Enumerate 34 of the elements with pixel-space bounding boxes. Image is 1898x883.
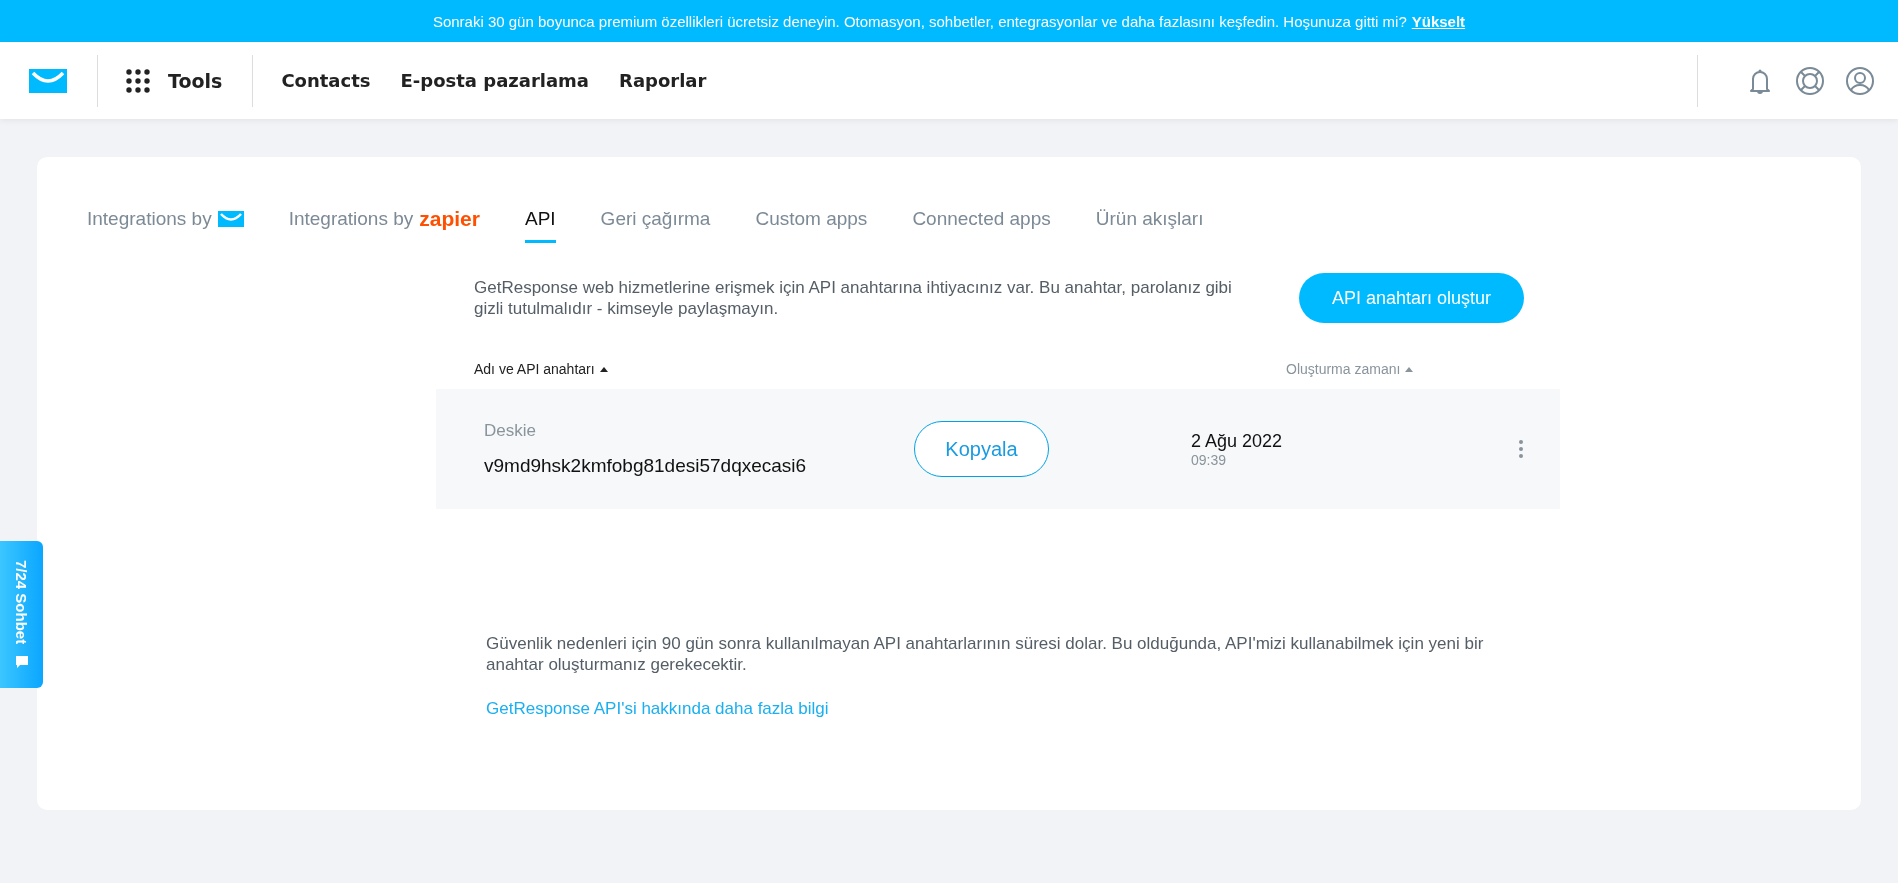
learn-more-link[interactable]: GetResponse API'si hakkında daha fazla bilgi: [486, 699, 829, 719]
tab[interactable]: Geri çağırma: [600, 207, 711, 243]
banner-text: Sonraki 30 gün boyunca premium özellikleri ücretsiz deneyin. Otomasyon, sohbetler, entegrasyonlar ve daha fazlasını keşfedin. Hoşunuza gitti mi?: [432, 12, 1407, 30]
created-time: 09:39: [1191, 451, 1228, 468]
nav-link[interactable]: E-posta pazarlama: [400, 70, 589, 91]
api-key: v9md9hsk2kmfobg81desi57dqxecasi6: [484, 455, 914, 477]
nav-link[interactable]: Raporlar: [619, 70, 707, 91]
expiry-note: Güvenlik nedenleri için 90 gün sonra kullanılmayan API anahtarlarının süresi dolar. Bu olduğunda, API'mizi kullanabilmek için yeni bir anahtar oluşturmanız gerekecektir.: [486, 633, 1485, 675]
upgrade-link[interactable]: Yükselt: [1411, 12, 1466, 30]
tab[interactable]: API: [525, 207, 556, 243]
envelope-logo-icon: [217, 211, 244, 227]
chat-bubble-icon: [14, 654, 29, 669]
tab[interactable]: Connected apps: [912, 207, 1051, 243]
created-date: 2 Ağu 2022: [1191, 430, 1284, 452]
lifebuoy-icon[interactable]: [1794, 64, 1826, 97]
tab[interactable]: Ürün akışları: [1095, 207, 1204, 243]
sort-caret-icon: [1405, 366, 1414, 372]
key-name: Deskie: [484, 421, 537, 441]
create-key-button[interactable]: API anahtarı oluştur: [1298, 273, 1524, 323]
user-avatar-icon[interactable]: [1844, 64, 1876, 97]
more-options-icon[interactable]: [1518, 439, 1524, 459]
column-header[interactable]: Oluşturma zamanı: [1286, 361, 1414, 377]
tools-menu-button[interactable]: Tools: [126, 68, 223, 93]
chat-tab[interactable]: 7/24 Sohbet: [0, 541, 43, 688]
sort-caret-icon: [599, 366, 608, 372]
grid-dots-icon: [126, 68, 150, 93]
copy-button[interactable]: Kopyala: [914, 421, 1049, 477]
tab[interactable]: Integrations by zapier: [288, 207, 480, 243]
tab[interactable]: Integrations by: [87, 207, 244, 243]
envelope-smile-logo-icon[interactable]: [29, 68, 67, 93]
tab[interactable]: Custom apps: [755, 207, 868, 243]
intro-text: GetResponse web hizmetlerine erişmek için API anahtarına ihtiyacınız var. Bu anahtar, parolanız gibi gizli tutulmalıdır - kimseyle paylaşmayın.: [474, 277, 1233, 319]
column-header[interactable]: Adı ve API anahtarı: [474, 361, 1286, 377]
nav-link[interactable]: Contacts: [281, 70, 371, 91]
